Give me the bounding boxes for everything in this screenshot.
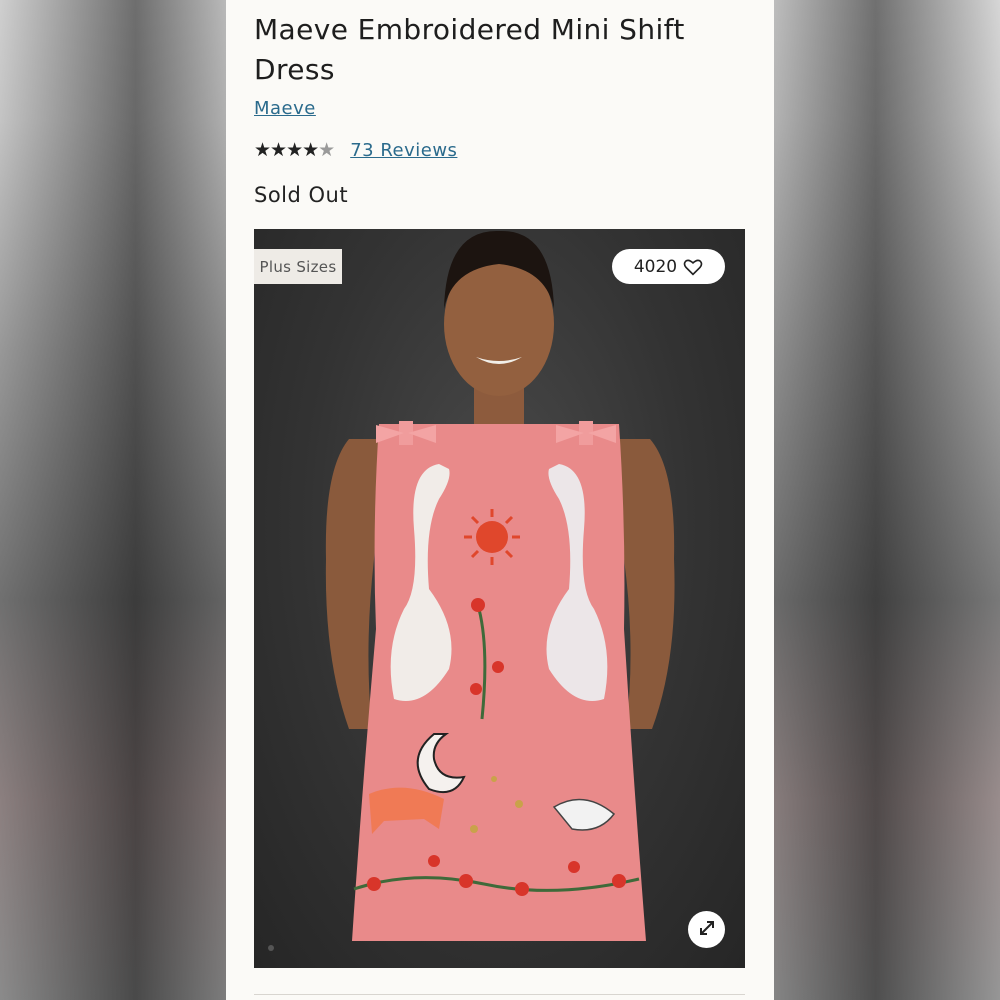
product-title: Maeve Embroidered Mini Shift Dress bbox=[254, 13, 685, 86]
rating-row: ★★★★★ 73 Reviews bbox=[254, 138, 457, 162]
product-panel: Maeve Embroidered Mini Shift Dress Maeve… bbox=[226, 0, 774, 1000]
stars-empty: ★ bbox=[318, 139, 335, 161]
section-divider bbox=[254, 994, 745, 995]
heart-icon bbox=[683, 258, 703, 276]
blurred-backdrop-left bbox=[0, 0, 226, 1000]
blurred-backdrop-right bbox=[774, 0, 1000, 1000]
dress-illustration bbox=[325, 230, 675, 941]
plus-sizes-badge[interactable]: Plus Sizes bbox=[254, 249, 342, 284]
favorites-count: 4020 bbox=[633, 256, 678, 277]
star-rating: ★★★★★ bbox=[254, 139, 335, 161]
product-image[interactable]: Plus Sizes 4020 bbox=[254, 229, 745, 968]
expand-icon bbox=[697, 918, 717, 942]
carousel-indicator bbox=[268, 945, 274, 951]
expand-image-button[interactable] bbox=[688, 911, 725, 948]
reviews-link[interactable]: 73 Reviews bbox=[350, 140, 457, 161]
brand-link[interactable]: Maeve bbox=[254, 98, 316, 119]
stock-status: Sold Out bbox=[254, 183, 349, 207]
favorite-button[interactable]: 4020 bbox=[612, 249, 725, 284]
stars-filled: ★★★★ bbox=[254, 139, 319, 161]
